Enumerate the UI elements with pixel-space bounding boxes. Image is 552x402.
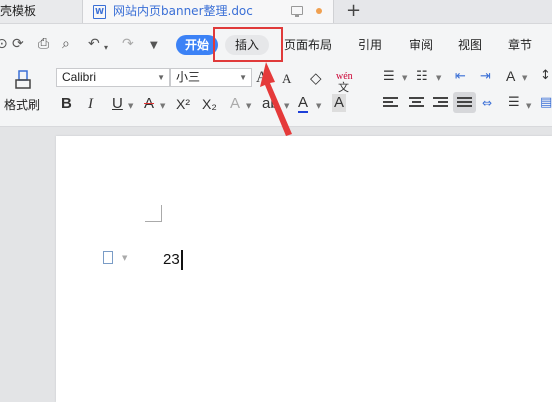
chevron-down-icon: ▼	[239, 73, 247, 82]
shading-icon[interactable]: ▤	[540, 94, 552, 112]
open-folder-icon[interactable]: ⊙	[0, 36, 8, 52]
justify-icon	[457, 97, 472, 109]
word-doc-icon: W	[93, 5, 106, 19]
tab-home[interactable]: 开始	[176, 35, 218, 55]
tab-references[interactable]: 引用	[358, 36, 382, 54]
annotation-arrow-icon	[260, 62, 292, 136]
save-icon[interactable]: ⟳	[12, 36, 24, 52]
font-size-select[interactable]: 小三 ▼	[170, 68, 252, 87]
bold-button[interactable]: B	[61, 95, 72, 113]
tab-bar: 稻壳模板 W 网站内页banner整理.doc +	[0, 0, 552, 24]
paragraph-layout-icon[interactable]	[103, 251, 113, 264]
text-direction-icon[interactable]: A	[506, 67, 515, 85]
customize-dropdown-icon[interactable]: ▼	[150, 38, 158, 54]
char-shading-button[interactable]: A	[332, 94, 347, 112]
chevron-down-icon[interactable]: ▼	[128, 102, 133, 110]
chevron-down-icon[interactable]: ▼	[526, 102, 531, 110]
increase-indent-icon[interactable]: ⇥	[480, 68, 491, 86]
font-name-select[interactable]: Calibri ▼	[56, 68, 170, 87]
tab-review[interactable]: 审阅	[409, 36, 433, 54]
tab-page-layout[interactable]: 页面布局	[284, 36, 332, 54]
chevron-down-icon[interactable]: ▼	[122, 254, 127, 262]
subscript-button[interactable]: X₂	[202, 95, 217, 113]
redo-icon[interactable]: ↷	[122, 36, 134, 52]
italic-button[interactable]: I	[88, 95, 93, 113]
text-cursor	[181, 250, 183, 270]
align-right-icon[interactable]	[433, 97, 448, 109]
font-name-value: Calibri	[62, 70, 97, 84]
line-spacing-icon[interactable]: ☰	[508, 94, 520, 112]
distributed-align-icon[interactable]: ⇔	[482, 94, 492, 112]
undo-dropdown-icon[interactable]: ▾	[104, 40, 108, 56]
document-page[interactable]	[56, 136, 552, 402]
numbered-list-icon[interactable]: ☷	[416, 68, 428, 86]
decrease-indent-icon[interactable]: ⇤	[455, 68, 466, 86]
margin-corner-mark	[145, 205, 162, 222]
chevron-down-icon[interactable]: ▼	[316, 102, 321, 110]
chevron-down-icon: ▼	[157, 73, 165, 82]
strikethrough-button[interactable]: A	[144, 95, 154, 113]
new-tab-button[interactable]: +	[346, 0, 361, 22]
chevron-down-icon[interactable]: ▼	[160, 102, 165, 110]
format-painter-label[interactable]: 格式刷	[4, 96, 40, 113]
print-preview-icon[interactable]: ⌕	[62, 36, 70, 52]
format-painter-icon[interactable]	[6, 69, 46, 91]
undo-icon[interactable]: ↶	[88, 36, 100, 52]
document-text[interactable]: 23	[163, 250, 180, 270]
unsaved-dot-icon	[316, 8, 322, 14]
clear-format-icon[interactable]: ◇	[310, 69, 322, 87]
bullet-list-icon[interactable]: ☰	[383, 68, 395, 86]
tab-chapter[interactable]: 章节	[508, 36, 532, 54]
chevron-down-icon[interactable]: ▼	[436, 74, 441, 82]
align-left-icon[interactable]	[383, 97, 398, 109]
underline-button[interactable]: U	[112, 95, 123, 113]
monitor-icon[interactable]	[291, 6, 303, 17]
tab-document-label: 网站内页banner整理.doc	[113, 4, 253, 18]
sort-icon[interactable]: ↕	[540, 67, 551, 85]
insert-tab-highlight-box	[213, 27, 283, 62]
superscript-button[interactable]: X²	[176, 95, 190, 113]
text-effects-button[interactable]: A	[230, 95, 240, 113]
tab-document[interactable]: W 网站内页banner整理.doc	[83, 0, 334, 23]
chevron-down-icon[interactable]: ▼	[246, 102, 251, 110]
font-color-button[interactable]: A	[298, 95, 309, 113]
tab-templates-label: 稻壳模板	[0, 4, 37, 18]
align-center-icon[interactable]	[409, 97, 424, 109]
tab-templates[interactable]: 稻壳模板	[0, 0, 83, 23]
justify-button[interactable]	[453, 92, 476, 113]
tab-view[interactable]: 视图	[458, 36, 482, 54]
font-size-value: 小三	[176, 70, 201, 84]
print-icon[interactable]: ⎙	[38, 36, 49, 52]
chevron-down-icon[interactable]: ▼	[522, 74, 527, 82]
chevron-down-icon[interactable]: ▼	[402, 74, 407, 82]
